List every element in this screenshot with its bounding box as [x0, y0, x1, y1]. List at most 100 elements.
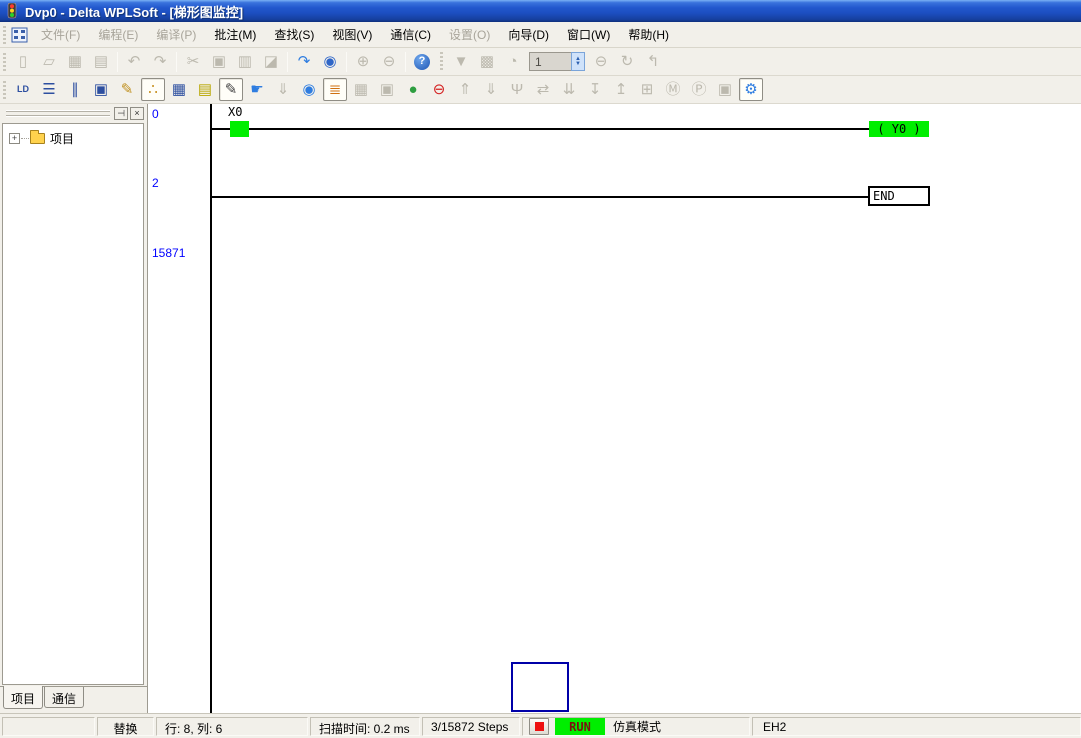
comment-view-icon: ▤	[198, 82, 212, 97]
toolbar-separator	[176, 52, 177, 72]
standard-toolbar-items: ▯▱▦▤↶↷✂▣▥◪↷◉⊕⊖?▼▩◔1▲▼⊖↻↰	[10, 50, 666, 73]
menu-compile: 编译(P)	[147, 22, 205, 47]
code-download-button: ⇊	[557, 78, 581, 101]
coil-y0-energized[interactable]: ( Y0 )	[869, 121, 929, 137]
goto-icon: ↷	[298, 54, 311, 69]
menu-comment[interactable]: 批注(M)	[205, 22, 265, 47]
simulator-button[interactable]: ⚙	[739, 78, 763, 101]
device-edit-button: ▩	[475, 50, 499, 73]
lamp-button[interactable]: ◉	[297, 78, 321, 101]
monitor-screen-button[interactable]: ▣	[89, 78, 113, 101]
panel-drag-handle[interactable]	[6, 110, 110, 117]
comment-view-button[interactable]: ▤	[193, 78, 217, 101]
monitor-filter-icon: ▼	[454, 54, 469, 69]
find-button[interactable]: ◉	[318, 50, 342, 73]
ladder-view-button[interactable]: ☰	[37, 78, 61, 101]
edit-note-icon: ✎	[121, 82, 134, 97]
pen-button[interactable]: ✎	[219, 78, 243, 101]
instruction-view-icon: LD	[17, 85, 29, 94]
toolbar-grip	[3, 53, 6, 71]
refresh-icon: ↻	[621, 54, 634, 69]
instruction-view-button[interactable]: LD	[11, 78, 35, 101]
project-tree-button[interactable]: ∴	[141, 78, 165, 101]
download-program-icon: ⇓	[485, 82, 498, 97]
menu-items: 文件(F)编程(E)编译(P)批注(M)查找(S)视图(V)通信(C)设置(O)…	[32, 22, 678, 47]
lamp-icon: ◉	[302, 82, 315, 97]
step-number: 15871	[152, 246, 185, 260]
stop-plc-icon: ⊖	[433, 82, 446, 97]
sfc-view-button[interactable]: ∥	[63, 78, 87, 101]
status-overwrite-mode: 替换	[97, 717, 154, 736]
menu-help[interactable]: 帮助(H)	[619, 22, 678, 47]
hand-pointer-button[interactable]: ☛	[245, 78, 269, 101]
cut-icon: ✂	[187, 54, 200, 69]
pin-icon[interactable]: ⊤	[114, 107, 128, 120]
plc-toolbar-items: LD☰∥▣✎∴▦▤✎☛⇓◉≣▦▣●⊖⇑⇓Ψ⇄⇊↧↥⊞ⓂⓅ▣⚙	[10, 78, 764, 101]
edit-note-button[interactable]: ✎	[115, 78, 139, 101]
copy-icon: ▣	[212, 54, 226, 69]
stop-plc-button[interactable]: ⊖	[427, 78, 451, 101]
paste-button: ▥	[233, 50, 257, 73]
device-edit-icon: ▩	[480, 54, 494, 69]
run-state-badge: RUN	[555, 718, 605, 735]
tree-item-project-root[interactable]: + 项目	[3, 124, 143, 147]
menu-window[interactable]: 窗口(W)	[558, 22, 619, 47]
ladder-workspace[interactable]: 0 2 15871 X0 ( Y0 ) END	[149, 104, 1081, 713]
device-write-icon: ↧	[589, 82, 602, 97]
stop-monitor-button[interactable]	[529, 718, 549, 735]
end-instruction-block[interactable]: END	[868, 186, 930, 206]
copy-button: ▣	[207, 50, 231, 73]
new-file-icon: ▯	[19, 54, 27, 69]
menu-search[interactable]: 查找(S)	[265, 22, 323, 47]
register-editor-icon: ⊞	[641, 82, 654, 97]
stop-monitor-button: ⊖	[589, 50, 613, 73]
ladder-cell-cursor[interactable]	[511, 662, 569, 712]
coil-y0-label: ( Y0 )	[877, 122, 920, 136]
expand-icon[interactable]: +	[9, 133, 20, 144]
print-button: ▤	[89, 50, 113, 73]
toolbar-separator	[346, 52, 347, 72]
toolbar-grip	[3, 81, 6, 99]
ladder-window-icon[interactable]	[11, 27, 28, 43]
stop-icon	[535, 722, 544, 731]
ladder-to-code-icon: ⇄	[537, 82, 550, 97]
device-table-button[interactable]: ▦	[167, 78, 191, 101]
zoom-out-icon: ⊖	[383, 54, 396, 69]
monitor-download-button: ⇓	[271, 78, 295, 101]
ladder-view-icon: ☰	[42, 82, 55, 97]
toolbar-separator	[405, 52, 406, 72]
redo-button: ↷	[148, 50, 172, 73]
undo-button: ↶	[122, 50, 146, 73]
menu-communication[interactable]: 通信(C)	[381, 22, 440, 47]
online-mode-button[interactable]: ●	[401, 78, 425, 101]
tab-project[interactable]: 项目	[3, 686, 43, 709]
toolbar-separator	[439, 52, 444, 72]
monitor-rows-spinner-value[interactable]: 1	[529, 52, 571, 71]
goto-button[interactable]: ↷	[292, 50, 316, 73]
panel-header: ⊤ ×	[2, 106, 144, 121]
close-icon[interactable]: ×	[130, 107, 144, 120]
window-title: Dvp0 - Delta WPLSoft - [梯形图监控]	[25, 2, 243, 21]
download-program-button: ⇓	[479, 78, 503, 101]
menu-wizard[interactable]: 向导(D)	[499, 22, 558, 47]
monitor-rows-spinner-arrows[interactable]: ▲▼	[571, 52, 585, 71]
tab-communication[interactable]: 通信	[44, 687, 84, 708]
tree-connector	[21, 138, 29, 139]
standard-toolbar: ▯▱▦▤↶↷✂▣▥◪↷◉⊕⊖?▼▩◔1▲▼⊖↻↰	[0, 48, 1081, 76]
network-icon: ▣	[718, 82, 732, 97]
toolbar-separator	[117, 52, 118, 72]
menu-view[interactable]: 视图(V)	[323, 22, 381, 47]
rung-1-line	[211, 128, 869, 130]
status-scan-time: 扫描时间: 0.2 ms	[310, 717, 420, 736]
ladder-to-code-button: ⇄	[531, 78, 555, 101]
monitor-rows-spinner[interactable]: 1▲▼	[529, 52, 585, 71]
help-button[interactable]: ?	[410, 50, 434, 73]
title-bar: Dvp0 - Delta WPLSoft - [梯形图监控]	[0, 0, 1081, 22]
monitor-filter-button: ▼	[449, 50, 473, 73]
contact-x0-energized[interactable]	[230, 121, 249, 137]
end-label: END	[873, 189, 895, 203]
simulator-icon: ⚙	[744, 82, 757, 97]
erase-button: ◪	[259, 50, 283, 73]
ladder-monitor-button[interactable]: ≣	[323, 78, 347, 101]
device-read-icon: ↥	[615, 82, 628, 97]
